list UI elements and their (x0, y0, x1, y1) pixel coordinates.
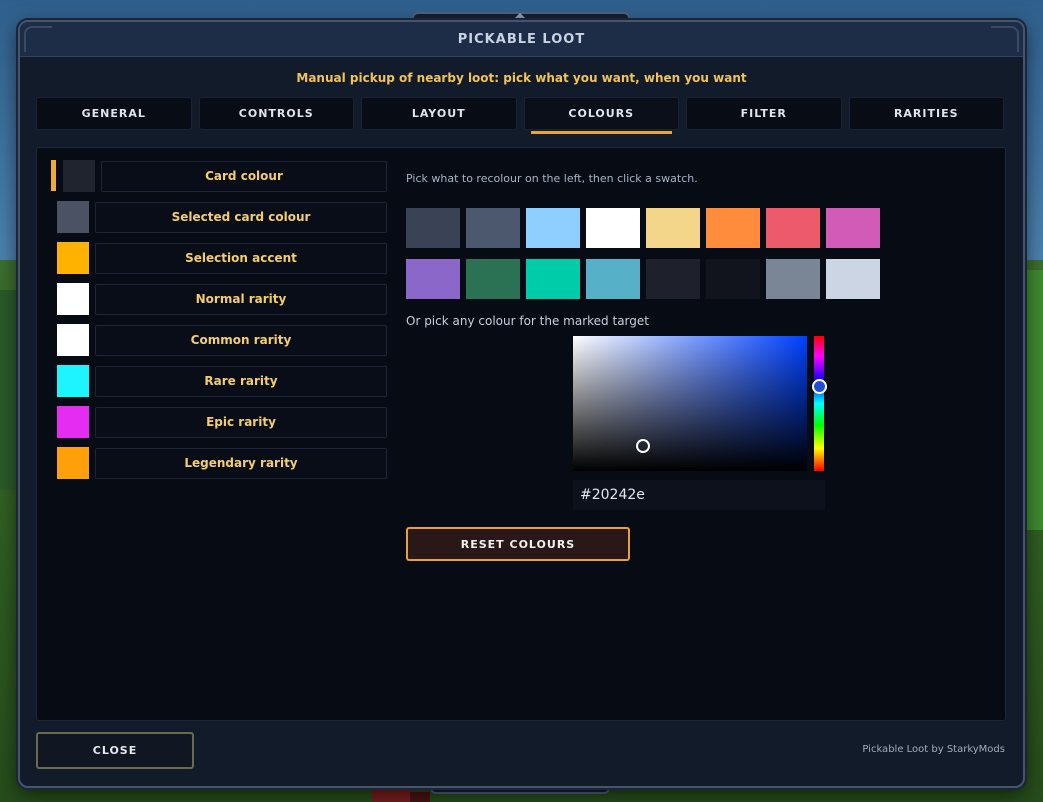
target-legendary-rarity[interactable]: Legendary rarity (51, 446, 387, 480)
target-swatch (63, 160, 95, 192)
picker-label: Or pick any colour for the marked target (406, 314, 649, 328)
pickable-loot-window: PICKABLE LOOT Manual pickup of nearby lo… (18, 20, 1025, 788)
target-rare-rarity[interactable]: Rare rarity (51, 364, 387, 398)
credit-text: Pickable Loot by StarkyMods (862, 744, 1005, 755)
palette-swatch[interactable] (646, 208, 700, 248)
colour-target-list: Card colour Selected card colour Selecti… (51, 159, 387, 487)
palette-swatch[interactable] (526, 259, 580, 299)
target-selected-card-colour[interactable]: Selected card colour (51, 200, 387, 234)
target-label: Selected card colour (95, 201, 387, 233)
target-swatch (57, 324, 89, 356)
target-common-rarity[interactable]: Common rarity (51, 323, 387, 357)
palette-swatch[interactable] (826, 259, 880, 299)
target-selection-accent[interactable]: Selection accent (51, 241, 387, 275)
palette-swatch[interactable] (586, 208, 640, 248)
target-swatch (57, 201, 89, 233)
window-title: PICKABLE LOOT (457, 31, 586, 47)
target-label: Common rarity (95, 324, 387, 356)
tab-bar: GENERAL CONTROLS LAYOUT COLOURS FILTER R… (36, 97, 1004, 134)
target-swatch (57, 283, 89, 315)
recolour-hint: Pick what to recolour on the left, then … (406, 172, 698, 185)
saturation-value-picker[interactable] (573, 336, 807, 471)
target-card-colour[interactable]: Card colour (51, 159, 387, 193)
red-block-shadow (410, 792, 430, 802)
palette-swatch[interactable] (646, 259, 700, 299)
palette-swatch[interactable] (766, 259, 820, 299)
hue-handle[interactable] (812, 379, 827, 394)
sv-handle[interactable] (636, 439, 650, 453)
target-label: Selection accent (95, 242, 387, 274)
palette-swatch[interactable] (586, 259, 640, 299)
palette-swatch[interactable] (466, 208, 520, 248)
tab-filter[interactable]: FILTER (686, 97, 842, 130)
target-swatch (57, 242, 89, 274)
tab-layout[interactable]: LAYOUT (361, 97, 517, 130)
palette-swatch[interactable] (766, 208, 820, 248)
palette-swatch[interactable] (826, 208, 880, 248)
palette-swatch[interactable] (466, 259, 520, 299)
hue-slider[interactable] (814, 336, 824, 471)
tab-controls[interactable]: CONTROLS (198, 97, 354, 130)
corner-ornament-left (24, 26, 52, 52)
target-label: Legendary rarity (95, 447, 387, 479)
target-label: Normal rarity (95, 283, 387, 315)
colours-panel: Card colour Selected card colour Selecti… (36, 147, 1006, 721)
target-swatch (57, 406, 89, 438)
palette-swatch[interactable] (406, 259, 460, 299)
tab-colours[interactable]: COLOURS (523, 97, 679, 134)
target-normal-rarity[interactable]: Normal rarity (51, 282, 387, 316)
window-subtitle: Manual pickup of nearby loot: pick what … (296, 71, 747, 85)
hex-input[interactable] (573, 480, 825, 510)
tab-general[interactable]: GENERAL (36, 97, 192, 130)
palette-swatch[interactable] (706, 208, 760, 248)
target-epic-rarity[interactable]: Epic rarity (51, 405, 387, 439)
target-label: Card colour (101, 160, 387, 192)
target-swatch (57, 447, 89, 479)
tree-right (1023, 270, 1043, 530)
palette-swatch[interactable] (526, 208, 580, 248)
colour-palette (406, 208, 886, 299)
active-marker (51, 160, 56, 191)
corner-ornament-right (991, 26, 1019, 52)
palette-swatch[interactable] (406, 208, 460, 248)
reset-colours-button[interactable]: RESET COLOURS (406, 527, 630, 561)
target-label: Rare rarity (95, 365, 387, 397)
palette-swatch[interactable] (706, 259, 760, 299)
title-bar: PICKABLE LOOT (20, 22, 1023, 57)
close-button[interactable]: CLOSE (36, 732, 194, 769)
target-label: Epic rarity (95, 406, 387, 438)
tab-rarities[interactable]: RARITIES (848, 97, 1004, 130)
target-swatch (57, 365, 89, 397)
